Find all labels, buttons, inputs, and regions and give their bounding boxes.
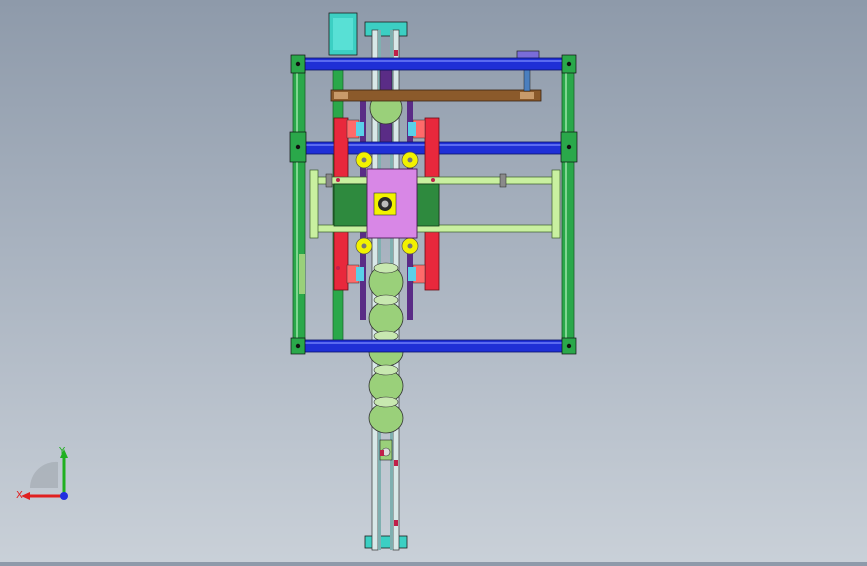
model-viewport[interactable] [0,0,867,562]
coordinate-triad: Y X [10,440,80,510]
pink-carriage [366,168,418,239]
y-axis-label: Y [58,446,66,457]
triad-plane [29,461,58,488]
motor [328,12,358,56]
x-axis-label: X [16,490,23,501]
z-axis [60,492,68,500]
brown-crossbar [330,89,542,102]
